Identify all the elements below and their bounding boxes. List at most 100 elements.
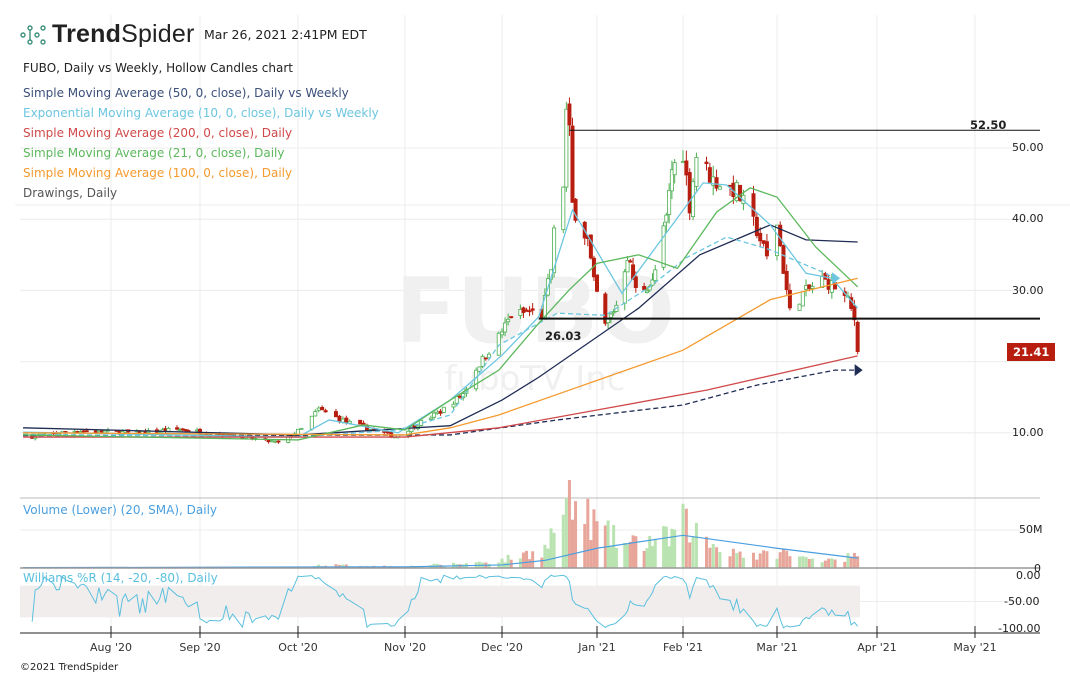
volume-bar: [849, 556, 853, 568]
x-tick-label: Mar '21: [756, 641, 798, 654]
candle-down: [684, 160, 689, 176]
candle-up: [661, 225, 666, 268]
volume-bar: [833, 559, 837, 568]
volume-bar: [765, 551, 769, 568]
volume-bar: [775, 558, 779, 568]
legend-sma50[interactable]: Simple Moving Average (50, 0, close), Da…: [23, 86, 349, 100]
candle-down: [527, 310, 532, 313]
volume-bar: [788, 556, 792, 568]
legend-sma21[interactable]: Simple Moving Average (21, 0, close), Da…: [23, 146, 284, 160]
volume-bar: [691, 536, 695, 568]
candle-up: [503, 322, 508, 333]
candle-down: [320, 407, 325, 411]
volume-bar: [609, 546, 613, 568]
spider-dots-icon: [20, 24, 46, 45]
x-tick-label: Oct '20: [278, 641, 318, 654]
candle-up: [694, 157, 699, 187]
volume-bar: [781, 549, 785, 568]
volume-bar: [728, 556, 732, 568]
indicator-line: [23, 355, 858, 438]
candle-up: [664, 214, 669, 223]
volume-bar: [705, 536, 708, 568]
volume-bar: [500, 558, 504, 568]
volume-bar: [735, 552, 739, 568]
volume-bar: [583, 524, 587, 568]
candle-up: [435, 411, 440, 415]
y-tick-30: 30.00: [1012, 284, 1044, 297]
candle-up: [611, 311, 616, 314]
volume-bar: [626, 544, 630, 568]
volume-bar: [631, 535, 635, 568]
candle-down: [385, 431, 390, 434]
volume-bar: [653, 538, 657, 568]
candle-up: [428, 417, 433, 420]
candle-down: [186, 430, 191, 432]
volume-bar: [694, 522, 698, 568]
volume-bar: [741, 557, 745, 568]
candle-up: [480, 355, 485, 367]
candle-up: [717, 186, 722, 190]
trendspider-logo: TrendSpider: [20, 20, 195, 49]
volume-bar: [684, 508, 688, 568]
williams-tick-50: -50.00: [1004, 595, 1040, 608]
candle-down: [642, 286, 647, 291]
candle-down: [438, 410, 443, 414]
volume-bar: [804, 556, 808, 568]
volume-bar: [561, 514, 565, 568]
level-26-label: 26.03: [545, 329, 582, 343]
volume-bar: [540, 557, 544, 568]
volume-bar: [521, 552, 525, 568]
volume-bar: [667, 546, 671, 568]
candle-down: [344, 417, 349, 423]
candle-down: [323, 410, 328, 413]
candle-up: [269, 440, 274, 443]
volume-bar: [634, 536, 638, 568]
y-tick-50: 50.00: [1012, 141, 1044, 154]
candle-up: [800, 291, 805, 307]
candle-down: [633, 276, 638, 288]
candle-down: [707, 167, 712, 183]
volume-bar: [645, 548, 649, 568]
candle-up: [309, 415, 314, 430]
candle-up: [506, 318, 511, 323]
legend-ema10[interactable]: Exponential Moving Average (10, 0, close…: [23, 106, 379, 120]
volume-bar: [650, 546, 654, 568]
volume-bar: [570, 519, 574, 568]
candle-down: [781, 245, 786, 274]
x-tick-label: Feb '21: [663, 641, 703, 654]
brand-light: Spider: [121, 20, 195, 48]
volume-bar: [688, 542, 692, 568]
legend-drawings[interactable]: Drawings, Daily: [23, 186, 117, 200]
volume-bar: [586, 498, 590, 568]
chart-title: FUBO, Daily vs Weekly, Hollow Candles ch…: [23, 61, 294, 75]
copyright: ©2021 TrendSpider: [20, 662, 119, 673]
candle-down: [628, 260, 633, 263]
volume-bar: [801, 556, 805, 568]
candle-up: [273, 440, 278, 443]
candle-up: [672, 162, 677, 176]
volume-bar: [546, 548, 550, 568]
indicator-end-marker: [854, 364, 863, 377]
legend-sma200[interactable]: Simple Moving Average (200, 0, close), D…: [23, 126, 292, 140]
candle-up: [299, 427, 304, 430]
volume-bar: [525, 550, 529, 568]
candle-down: [761, 240, 766, 244]
candle-up: [561, 186, 566, 231]
volume-title[interactable]: Volume (Lower) (20, SMA), Daily: [23, 503, 217, 517]
volume-bar: [589, 540, 593, 568]
candle-up: [451, 403, 456, 408]
williams-title[interactable]: Williams %R (14, -20, -80), Daily: [23, 571, 218, 585]
candle-down: [687, 172, 692, 214]
volume-bar: [758, 553, 762, 568]
y-tick-40: 40.00: [1012, 212, 1044, 225]
volume-bar: [752, 552, 755, 568]
candle-down: [787, 289, 792, 309]
volume-bar: [595, 521, 599, 568]
williams-band: [20, 585, 860, 618]
candle-down: [784, 270, 789, 291]
candle-down: [457, 395, 462, 398]
volume-bar: [592, 509, 596, 568]
legend-sma100[interactable]: Simple Moving Average (100, 0, close), D…: [23, 166, 292, 180]
candle-down: [509, 316, 514, 319]
williams-tick-0: 0.00: [1016, 569, 1041, 582]
